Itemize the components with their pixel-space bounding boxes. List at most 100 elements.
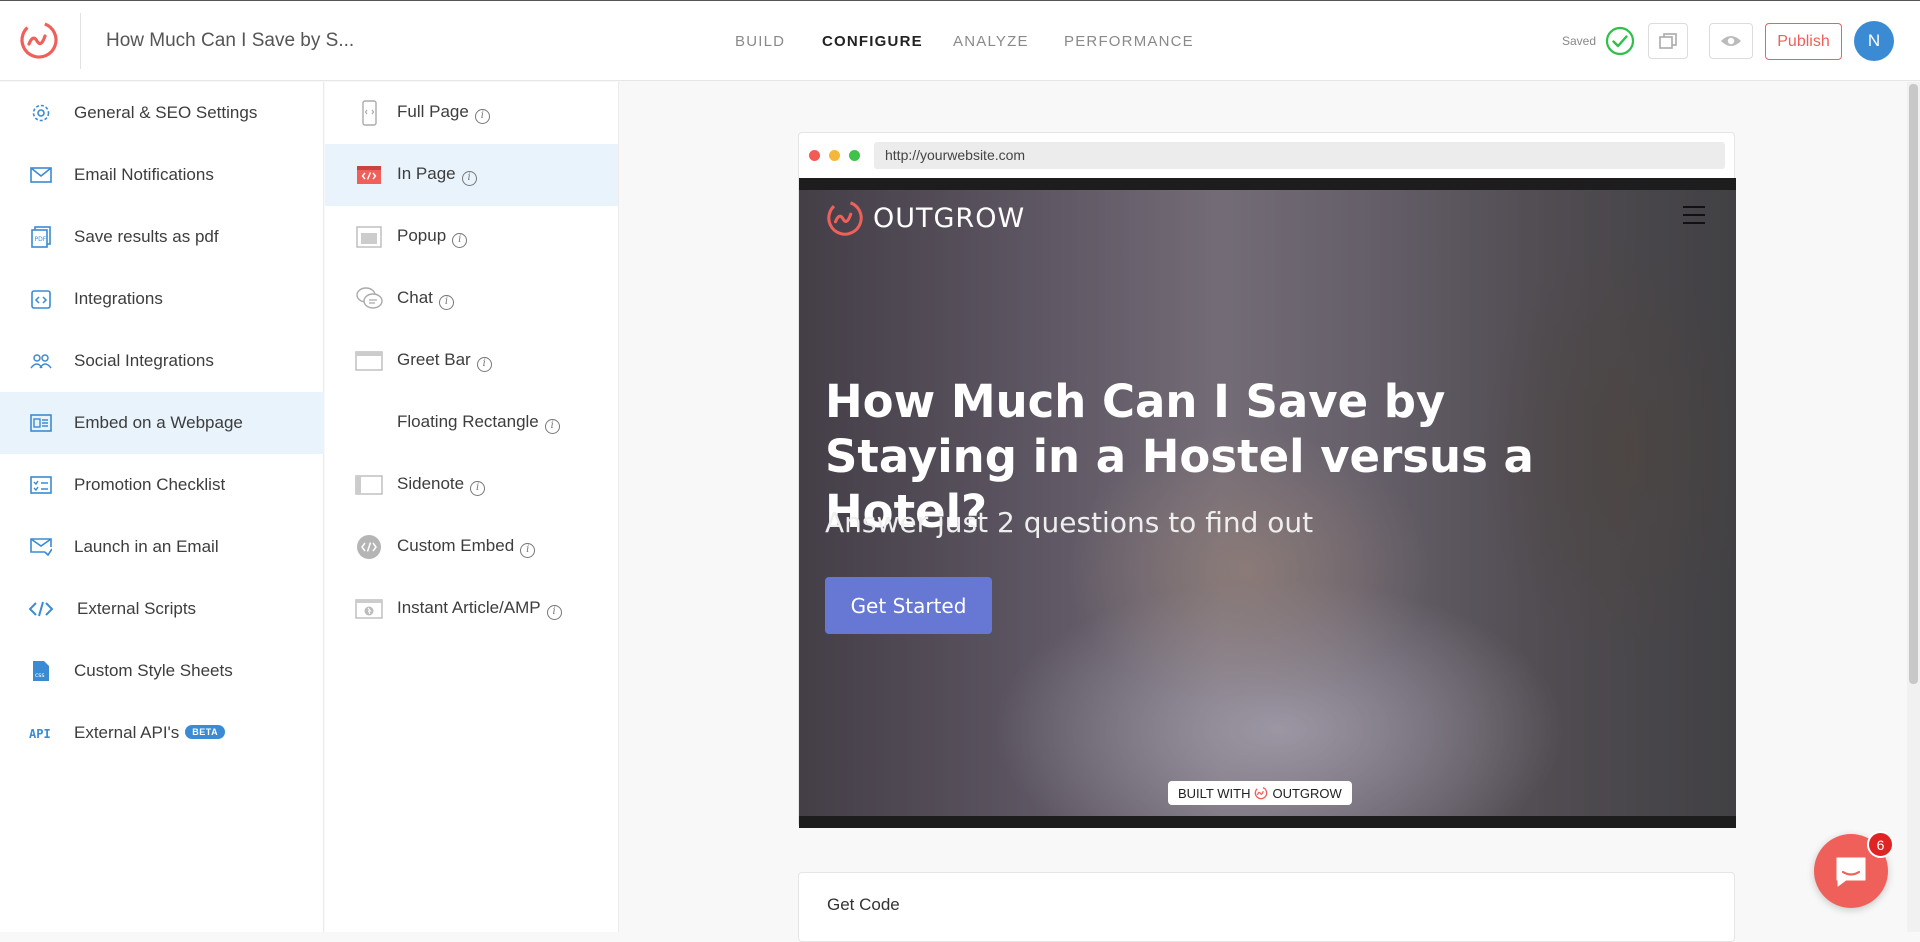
greet-bar-icon	[355, 351, 383, 371]
sidebar-item-label: Save results as pdf	[74, 227, 219, 246]
sidebar-item-label: General & SEO Settings	[74, 103, 258, 122]
user-avatar[interactable]: N	[1854, 21, 1894, 61]
duplicate-button[interactable]	[1648, 23, 1688, 59]
info-icon[interactable]: i	[476, 357, 492, 372]
sidebar-item-social-integrations[interactable]: Social Integrations	[0, 330, 324, 392]
embed-type-instant-article-amp[interactable]: Instant Article/AMP i	[325, 578, 618, 640]
popup-icon	[356, 226, 382, 248]
outgrow-logo-icon[interactable]	[18, 19, 60, 61]
embed-icon	[29, 411, 53, 435]
top-bar: How Much Can I Save by S... BUILD CONFIG…	[0, 0, 1920, 81]
saved-check-icon	[1605, 26, 1635, 56]
mail-send-icon	[29, 535, 53, 559]
preview-hero: OUTGROW How Much Can I Save by Staying i…	[799, 178, 1736, 828]
users-icon	[29, 349, 53, 373]
nav-configure[interactable]: CONFIGURE	[822, 33, 923, 50]
nav-analyze[interactable]: ANALYZE	[953, 33, 1029, 50]
embed-type-label: Full Page	[397, 102, 469, 121]
full-page-icon	[362, 100, 377, 126]
integrations-icon	[29, 287, 53, 311]
embed-type-label: In Page	[397, 164, 456, 183]
embed-type-floating-rectangle[interactable]: Floating Rectangle i	[325, 392, 618, 454]
chat-unread-badge: 6	[1867, 831, 1894, 858]
sidebar-item-custom-style-sheets[interactable]: css Custom Style Sheets	[0, 640, 324, 702]
window-close-dot	[809, 150, 820, 161]
svg-text:css: css	[35, 672, 45, 679]
built-with-badge[interactable]: BUILT WITH OUTGROW	[1168, 781, 1352, 805]
envelope-icon	[29, 163, 53, 187]
embed-type-label: Chat	[397, 288, 433, 307]
sidebar-item-label: Integrations	[74, 289, 163, 308]
embed-type-full-page[interactable]: Full Page i	[325, 82, 618, 144]
info-icon[interactable]: i	[544, 419, 560, 434]
nav-performance[interactable]: PERFORMANCE	[1064, 33, 1194, 50]
checklist-icon	[29, 473, 53, 497]
document-title[interactable]: How Much Can I Save by S...	[106, 30, 354, 52]
window-maximize-dot	[849, 150, 860, 161]
info-icon[interactable]: i	[474, 109, 490, 124]
code-icon	[29, 597, 53, 621]
info-icon[interactable]: i	[546, 605, 562, 620]
chat-bubble-icon	[1836, 857, 1866, 887]
embed-type-label: Sidenote	[397, 474, 465, 493]
custom-embed-icon	[357, 535, 381, 559]
embed-type-list: Full Page i In Page i Popup i Chat i Greet B…	[325, 82, 619, 932]
embed-type-in-page[interactable]: In Page i	[325, 144, 618, 206]
sidebar-item-embed-webpage[interactable]: Embed on a Webpage	[0, 392, 324, 454]
embed-type-chat[interactable]: Chat i	[325, 268, 618, 330]
sidebar-item-external-scripts[interactable]: External Scripts	[0, 578, 324, 640]
sidebar-item-general-seo[interactable]: General & SEO Settings	[0, 82, 324, 144]
sidebar-item-launch-email[interactable]: Launch in an Email	[0, 516, 324, 578]
outgrow-logo-icon	[1255, 786, 1268, 800]
get-code-label: Get Code	[827, 895, 900, 914]
info-icon[interactable]: i	[438, 295, 454, 310]
sidebar-item-label: Embed on a Webpage	[74, 413, 243, 432]
in-page-icon	[357, 166, 381, 184]
chat-icon	[356, 287, 383, 309]
embed-type-popup[interactable]: Popup i	[325, 206, 618, 268]
duplicate-icon	[1659, 33, 1677, 49]
title-divider	[80, 13, 81, 69]
embed-preview-window: http://yourwebsite.com OUTGROW How Much …	[798, 132, 1736, 828]
sidebar-item-label: Promotion Checklist	[74, 475, 226, 494]
info-icon[interactable]: i	[520, 543, 536, 558]
configure-sidebar: General & SEO Settings Email Notificatio…	[0, 82, 324, 932]
svg-text:API: API	[29, 727, 51, 740]
page-scrollbar-thumb[interactable]	[1909, 84, 1918, 684]
nav-build[interactable]: BUILD	[735, 33, 785, 50]
preview-brand-logo: OUTGROW	[825, 198, 1025, 238]
preview-brand-name: OUTGROW	[873, 202, 1026, 234]
get-started-button[interactable]: Get Started	[825, 577, 992, 634]
built-with-brand: OUTGROW	[1272, 785, 1342, 801]
sidebar-item-promotion-checklist[interactable]: Promotion Checklist	[0, 454, 324, 516]
sidebar-item-label: Custom Style Sheets	[74, 661, 233, 680]
sidebar-item-label: External API's BETA	[74, 723, 226, 743]
sidebar-item-label: Social Integrations	[74, 351, 214, 370]
info-icon[interactable]: i	[470, 481, 486, 496]
api-icon: API	[29, 721, 53, 745]
outgrow-logo-icon	[827, 200, 863, 236]
url-bar: http://yourwebsite.com	[874, 142, 1725, 169]
sidebar-item-integrations[interactable]: Integrations	[0, 268, 324, 330]
window-minimize-dot	[829, 150, 840, 161]
embed-type-greet-bar[interactable]: Greet Bar i	[325, 330, 618, 392]
info-icon[interactable]: i	[461, 171, 477, 186]
embed-type-custom-embed[interactable]: Custom Embed i	[325, 516, 618, 578]
preview-button[interactable]	[1709, 23, 1753, 59]
sidebar-item-label: External Scripts	[77, 599, 197, 618]
svg-text:PDF: PDF	[35, 236, 47, 243]
amp-icon	[355, 599, 383, 619]
gear-icon	[29, 101, 53, 125]
info-icon[interactable]: i	[452, 233, 468, 248]
sidebar-item-label: Launch in an Email	[74, 537, 219, 556]
embed-type-label: Custom Embed	[397, 536, 515, 555]
embed-type-label: Greet Bar	[397, 350, 471, 369]
embed-type-sidenote[interactable]: Sidenote i	[325, 454, 618, 516]
sidebar-item-email-notifications[interactable]: Email Notifications	[0, 144, 324, 206]
publish-button[interactable]: Publish	[1765, 23, 1842, 60]
sidebar-item-save-pdf[interactable]: PDF Save results as pdf	[0, 206, 324, 268]
sidebar-item-external-api[interactable]: API External API's BETA	[0, 702, 324, 764]
beta-badge: BETA	[185, 725, 226, 739]
preview-subtitle: Answer just 2 questions to find out	[825, 506, 1314, 539]
hamburger-menu-icon[interactable]	[1683, 206, 1705, 230]
